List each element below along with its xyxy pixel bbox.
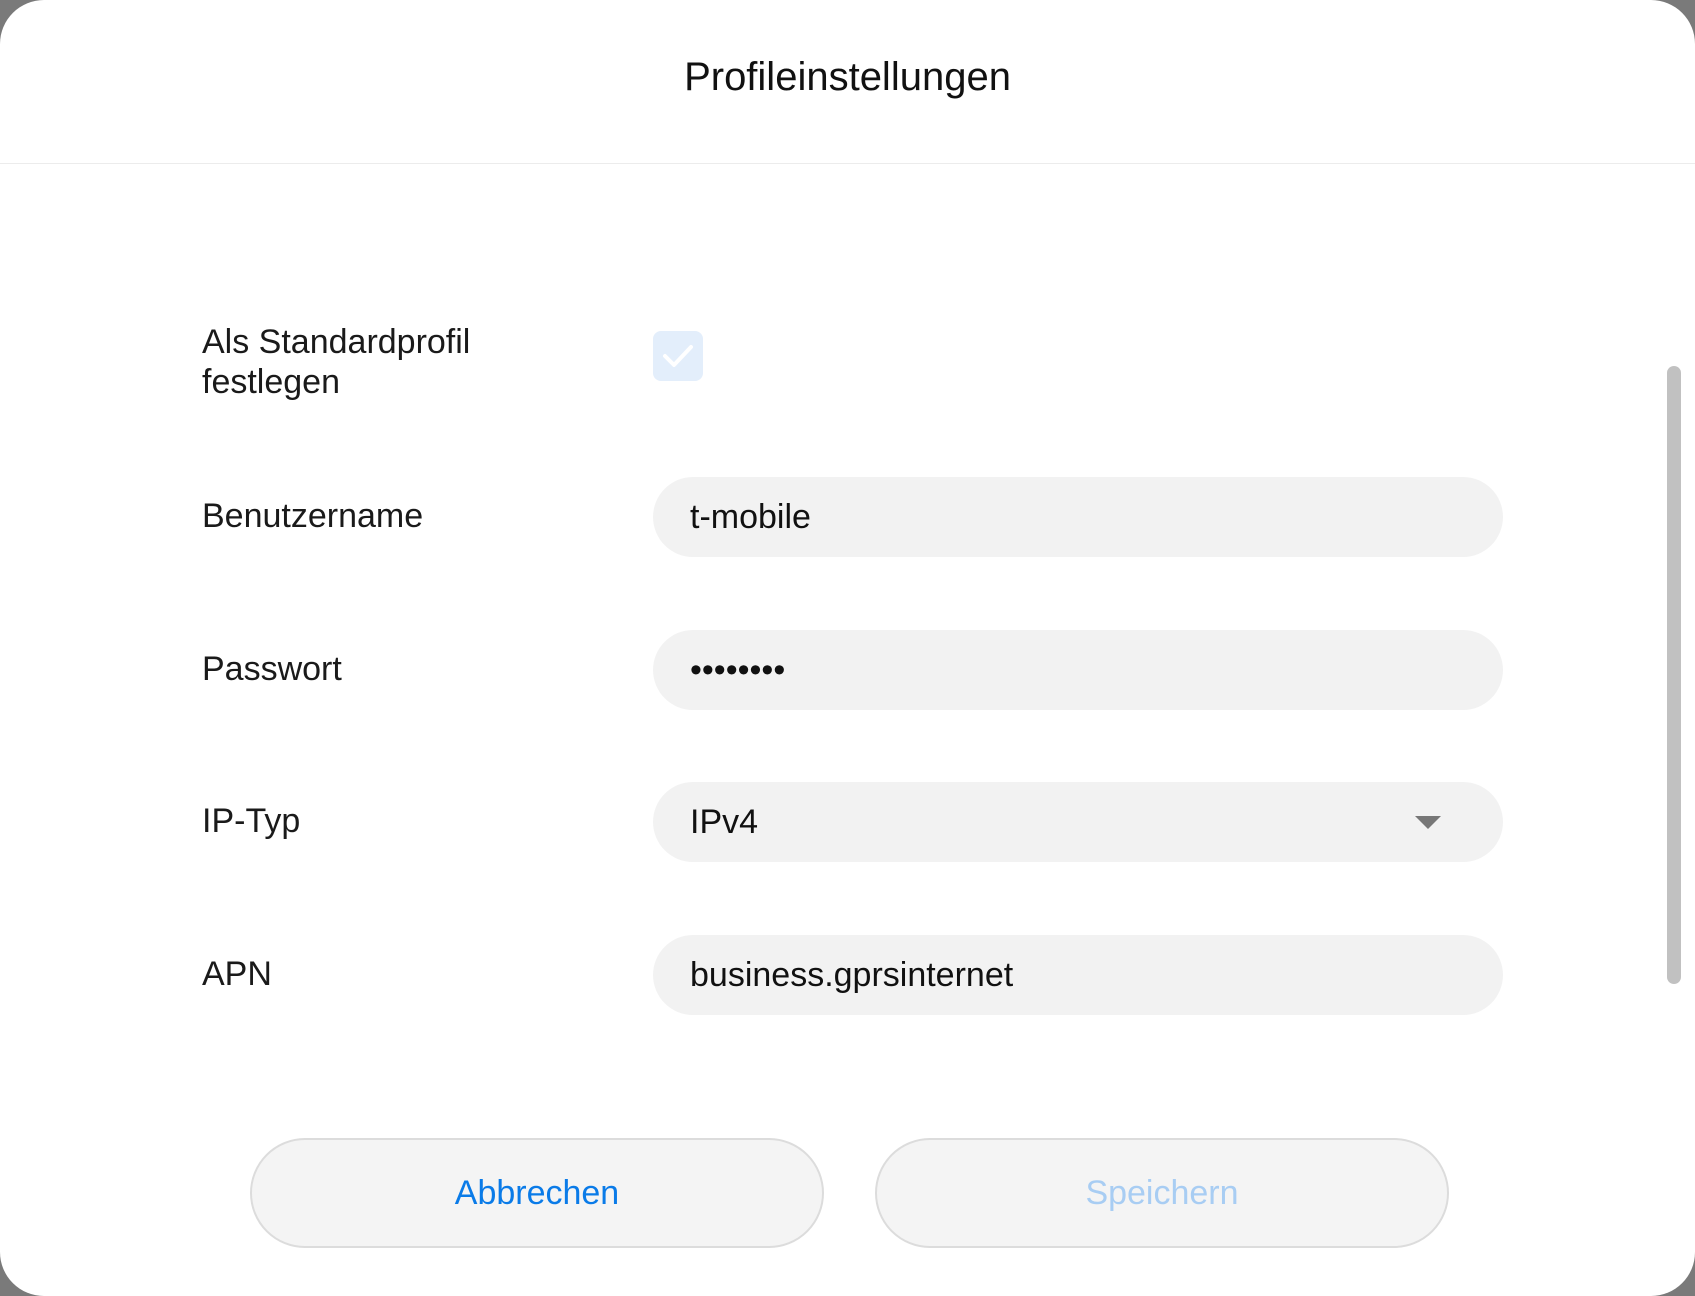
check-icon (663, 345, 693, 367)
ip-type-label: IP-Typ (202, 802, 301, 840)
username-value: t-mobile (690, 497, 811, 536)
ip-type-select[interactable]: IPv4 (653, 782, 1503, 862)
ip-type-value: IPv4 (690, 802, 759, 841)
dialog-header: Profileinstellungen (0, 0, 1695, 164)
apn-label: APN (202, 955, 272, 993)
default-profile-label: Als Standardprofil festlegen (202, 322, 470, 402)
profile-settings-dialog: Profileinstellungen Als Standardprofil f… (0, 0, 1695, 1296)
password-label: Passwort (202, 650, 342, 688)
password-value: •••••••• (690, 650, 786, 689)
default-profile-label-line2: festlegen (202, 363, 340, 401)
username-input[interactable]: t-mobile (653, 477, 1503, 557)
save-button[interactable]: Speichern (875, 1138, 1449, 1248)
apn-input[interactable]: business.gprsinternet (653, 935, 1503, 1015)
chevron-down-icon (1415, 816, 1441, 829)
scrollbar[interactable] (1667, 366, 1681, 984)
cancel-button[interactable]: Abbrechen (250, 1138, 824, 1248)
default-profile-label-line1: Als Standardprofil (202, 323, 471, 361)
username-label: Benutzername (202, 497, 424, 535)
dialog-title: Profileinstellungen (684, 55, 1011, 99)
password-input[interactable]: •••••••• (653, 630, 1503, 710)
default-profile-checkbox[interactable] (653, 331, 703, 381)
apn-value: business.gprsinternet (690, 955, 1014, 994)
